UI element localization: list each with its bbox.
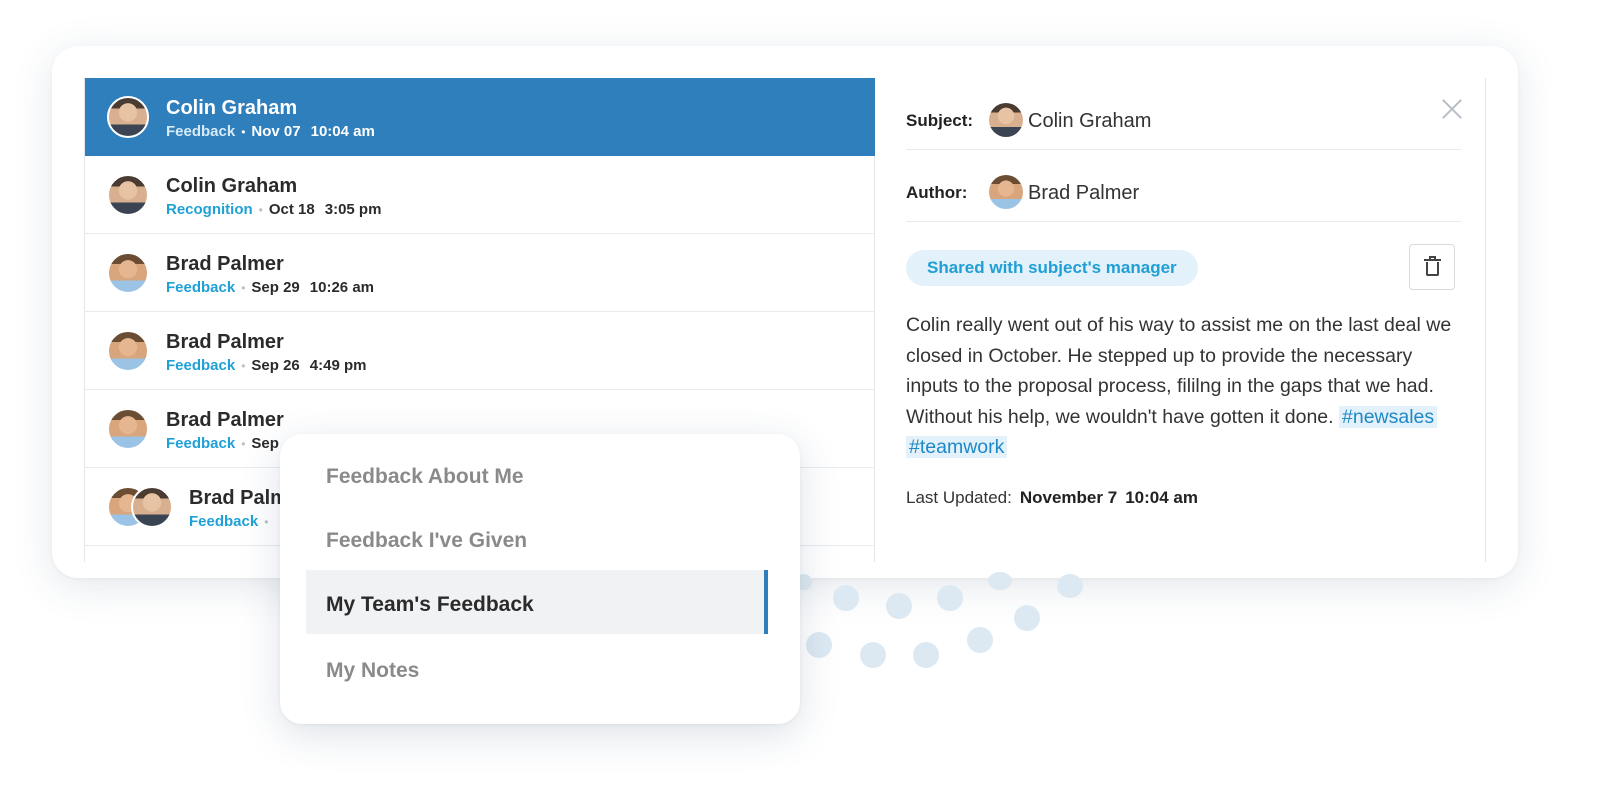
decorative-dot	[1014, 605, 1040, 631]
feedback-body: Colin really went out of his way to assi…	[906, 310, 1466, 463]
list-item-name: Colin Graham	[166, 175, 298, 197]
author-label: Author:	[906, 183, 968, 202]
list-item-meta: Feedback •	[189, 513, 274, 530]
feedback-filter-menu: Feedback About Me Feedback I've Given My…	[280, 434, 800, 724]
decorative-dot	[806, 632, 832, 658]
menu-item-feedback-about-me[interactable]: Feedback About Me	[306, 442, 768, 506]
list-item-time: 4:49 pm	[309, 357, 367, 374]
avatar	[107, 330, 149, 372]
avatar	[989, 175, 1023, 209]
subject-name: Colin Graham	[1028, 110, 1152, 132]
separator-dot: •	[241, 437, 246, 451]
list-item-time: 3:05 pm	[324, 201, 382, 218]
separator-dot: •	[264, 515, 269, 529]
decorative-dot	[913, 642, 939, 668]
last-updated-label: Last Updated:	[906, 488, 1012, 507]
list-item-name: Brad Palm	[189, 487, 288, 509]
separator-dot: •	[241, 125, 246, 139]
separator-dot: •	[241, 281, 246, 295]
subject-field: Subject: Colin Graham	[906, 78, 1461, 150]
avatar	[131, 486, 173, 528]
list-item-type: Feedback	[189, 513, 259, 530]
decorative-dot	[937, 585, 963, 611]
list-item-meta: Feedback • Sep 29 10:26 am	[166, 279, 374, 296]
list-item-date: Oct 18	[268, 201, 315, 218]
avatar	[107, 174, 149, 216]
list-item-time: 10:04 am	[310, 123, 375, 140]
subject-label: Subject:	[906, 111, 974, 130]
feedback-list-item[interactable]: Brad Palmer Feedback • Sep 26 4:49 pm	[85, 312, 875, 390]
separator-dot: •	[258, 203, 263, 217]
menu-item-label: My Notes	[326, 659, 420, 682]
list-item-meta: Feedback • Sep 26 4:49 pm	[166, 357, 366, 374]
feedback-list-item[interactable]: Colin Graham Feedback • Nov 07 10:04 am	[85, 78, 875, 156]
menu-item-label: My Team's Feedback	[326, 593, 534, 616]
list-item-date: Sep	[251, 435, 279, 452]
stage: Colin Graham Feedback • Nov 07 10:04 am Col…	[0, 0, 1600, 793]
list-item-date: Sep 29	[251, 279, 300, 296]
delete-button[interactable]	[1409, 244, 1455, 290]
share-status-badge: Shared with subject's manager	[906, 250, 1198, 286]
feedback-detail: Subject: Colin Graham Author: Brad Palme…	[875, 78, 1485, 562]
decorative-dot	[860, 642, 886, 668]
menu-item-label: Feedback I've Given	[326, 529, 528, 552]
decorative-dot	[886, 593, 912, 619]
list-item-meta: Recognition • Oct 18 3:05 pm	[166, 201, 381, 218]
list-item-date: Nov 07	[251, 123, 301, 140]
menu-item-label: Feedback About Me	[326, 465, 524, 488]
list-item-type: Recognition	[166, 201, 253, 218]
menu-item-my-teams-feedback[interactable]: My Team's Feedback	[306, 570, 768, 634]
menu-item-my-notes[interactable]: My Notes	[306, 636, 768, 700]
avatar	[107, 408, 149, 450]
avatar	[107, 252, 149, 294]
avatar	[107, 96, 149, 138]
list-item-meta: Feedback • Sep	[166, 435, 279, 452]
list-item-meta: Feedback • Nov 07 10:04 am	[166, 123, 375, 140]
list-item-name: Colin Graham	[166, 97, 298, 119]
last-updated-time: 10:04 am	[1125, 488, 1198, 507]
hashtag[interactable]: #teamwork	[906, 436, 1008, 458]
feedback-list-item[interactable]: Brad Palmer Feedback • Sep 29 10:26 am	[85, 234, 875, 312]
author-name: Brad Palmer	[1028, 182, 1140, 204]
list-item-type: Feedback	[166, 357, 236, 374]
feedback-list-item[interactable]: Colin Graham Recognition • Oct 18 3:05 pm	[85, 156, 875, 234]
list-item-date: Sep 26	[251, 357, 300, 374]
list-item-type: Feedback	[166, 279, 236, 296]
decorative-dot	[1057, 574, 1083, 598]
separator-dot: •	[241, 359, 246, 373]
menu-item-feedback-ive-given[interactable]: Feedback I've Given	[306, 506, 768, 570]
list-item-name: Brad Palmer	[166, 409, 284, 431]
list-item-name: Brad Palmer	[166, 253, 284, 275]
list-item-type: Feedback	[166, 435, 236, 452]
last-updated-date: November 7	[1019, 488, 1118, 507]
hashtag[interactable]: #newsales	[1339, 405, 1438, 428]
author-field: Author: Brad Palmer	[906, 150, 1461, 222]
last-updated: Last Updated: November 7 10:04 am	[906, 488, 1198, 508]
list-item-type: Feedback	[166, 123, 236, 140]
avatar	[989, 103, 1023, 137]
decorative-dot	[967, 627, 993, 653]
list-item-name: Brad Palmer	[166, 331, 284, 353]
decorative-dot	[833, 585, 859, 611]
decorative-dot	[988, 572, 1012, 590]
list-item-time: 10:26 am	[309, 279, 374, 296]
